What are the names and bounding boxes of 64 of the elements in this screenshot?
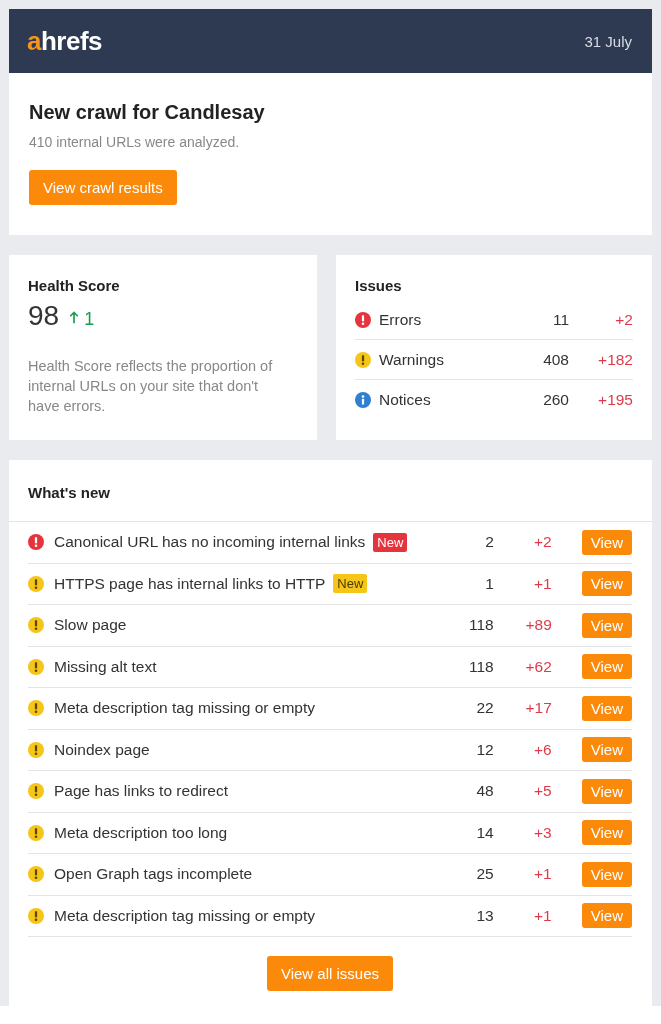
view-button[interactable]: View xyxy=(581,695,632,721)
issue-count: 22 xyxy=(475,699,494,718)
view-button[interactable]: View xyxy=(581,820,632,846)
issue-name: HTTPS page has internal links to HTTP xyxy=(54,574,326,593)
issue-name: Open Graph tags incomplete xyxy=(54,865,253,884)
new-badge: New xyxy=(333,574,368,594)
issue-name: Missing alt text xyxy=(54,657,157,676)
issue-change: +1 xyxy=(533,574,552,593)
view-button[interactable]: View xyxy=(581,612,632,638)
issue-label: Errors xyxy=(379,310,423,329)
new-badge: New xyxy=(373,532,408,552)
card-title: Health Score xyxy=(28,277,121,294)
view-crawl-results-button[interactable]: View crawl results xyxy=(29,170,177,205)
view-button[interactable]: View xyxy=(581,903,632,929)
view-all-issues-button[interactable]: View all issues xyxy=(266,956,394,991)
issue-change: +2 xyxy=(614,310,633,329)
issue-name: Meta description too long xyxy=(54,823,228,842)
issue-name: Page has links to redirect xyxy=(54,782,229,801)
card-title: Issues xyxy=(355,277,403,294)
issue-count: 118 xyxy=(468,616,494,635)
crawl-title: New crawl for Candlesay xyxy=(29,101,266,124)
issue-change: +89 xyxy=(524,616,552,635)
issue-change: +1 xyxy=(533,906,552,925)
health-score: 98 xyxy=(28,300,60,332)
issue-name: Noindex page xyxy=(54,740,150,759)
issue-change: +195 xyxy=(597,390,633,409)
card-title: What's new xyxy=(9,460,652,522)
issue-name: Meta description tag missing or empty xyxy=(54,906,316,925)
view-button[interactable]: View xyxy=(581,529,632,555)
up-arrow-icon xyxy=(69,310,80,325)
date: 31 July xyxy=(584,32,632,50)
logo: ahrefs xyxy=(27,25,103,57)
view-button[interactable]: View xyxy=(581,861,632,887)
issue-change: +3 xyxy=(533,823,552,842)
issue-change: +5 xyxy=(533,782,552,801)
issue-change: +1 xyxy=(533,865,552,884)
issue-label: Warnings xyxy=(379,350,445,369)
issue-count: 2 xyxy=(484,533,494,552)
issue-count: 12 xyxy=(475,740,494,759)
issue-name: Slow page xyxy=(54,616,127,635)
view-button[interactable]: View xyxy=(581,571,632,597)
view-button[interactable]: View xyxy=(581,654,632,680)
issue-count: 14 xyxy=(475,823,494,842)
issue-name: Meta description tag missing or empty xyxy=(54,699,316,718)
issue-change: +6 xyxy=(533,740,552,759)
issue-count: 1 xyxy=(484,574,494,593)
view-button[interactable]: View xyxy=(581,778,632,804)
health-description: Health Score reflects the proportion of internal URLs on your site that don't have errors. xyxy=(28,357,274,416)
issue-count: 11 xyxy=(551,310,569,329)
issue-change: +2 xyxy=(533,533,552,552)
score-change: 1 xyxy=(84,309,95,330)
issue-count: 25 xyxy=(475,865,494,884)
issue-count: 48 xyxy=(475,782,494,801)
issue-label: Notices xyxy=(379,390,432,409)
issue-change: +62 xyxy=(524,657,552,676)
issue-count: 408 xyxy=(542,350,569,369)
issue-name: Canonical URL has no incoming internal links xyxy=(54,533,366,552)
issue-change: +182 xyxy=(597,350,633,369)
issue-count: 118 xyxy=(468,657,494,676)
view-button[interactable]: View xyxy=(581,737,632,763)
issue-change: +17 xyxy=(524,699,552,718)
issue-count: 13 xyxy=(475,906,494,925)
issue-count: 260 xyxy=(542,390,569,409)
crawl-summary: 410 internal URLs were analyzed. xyxy=(29,134,241,150)
